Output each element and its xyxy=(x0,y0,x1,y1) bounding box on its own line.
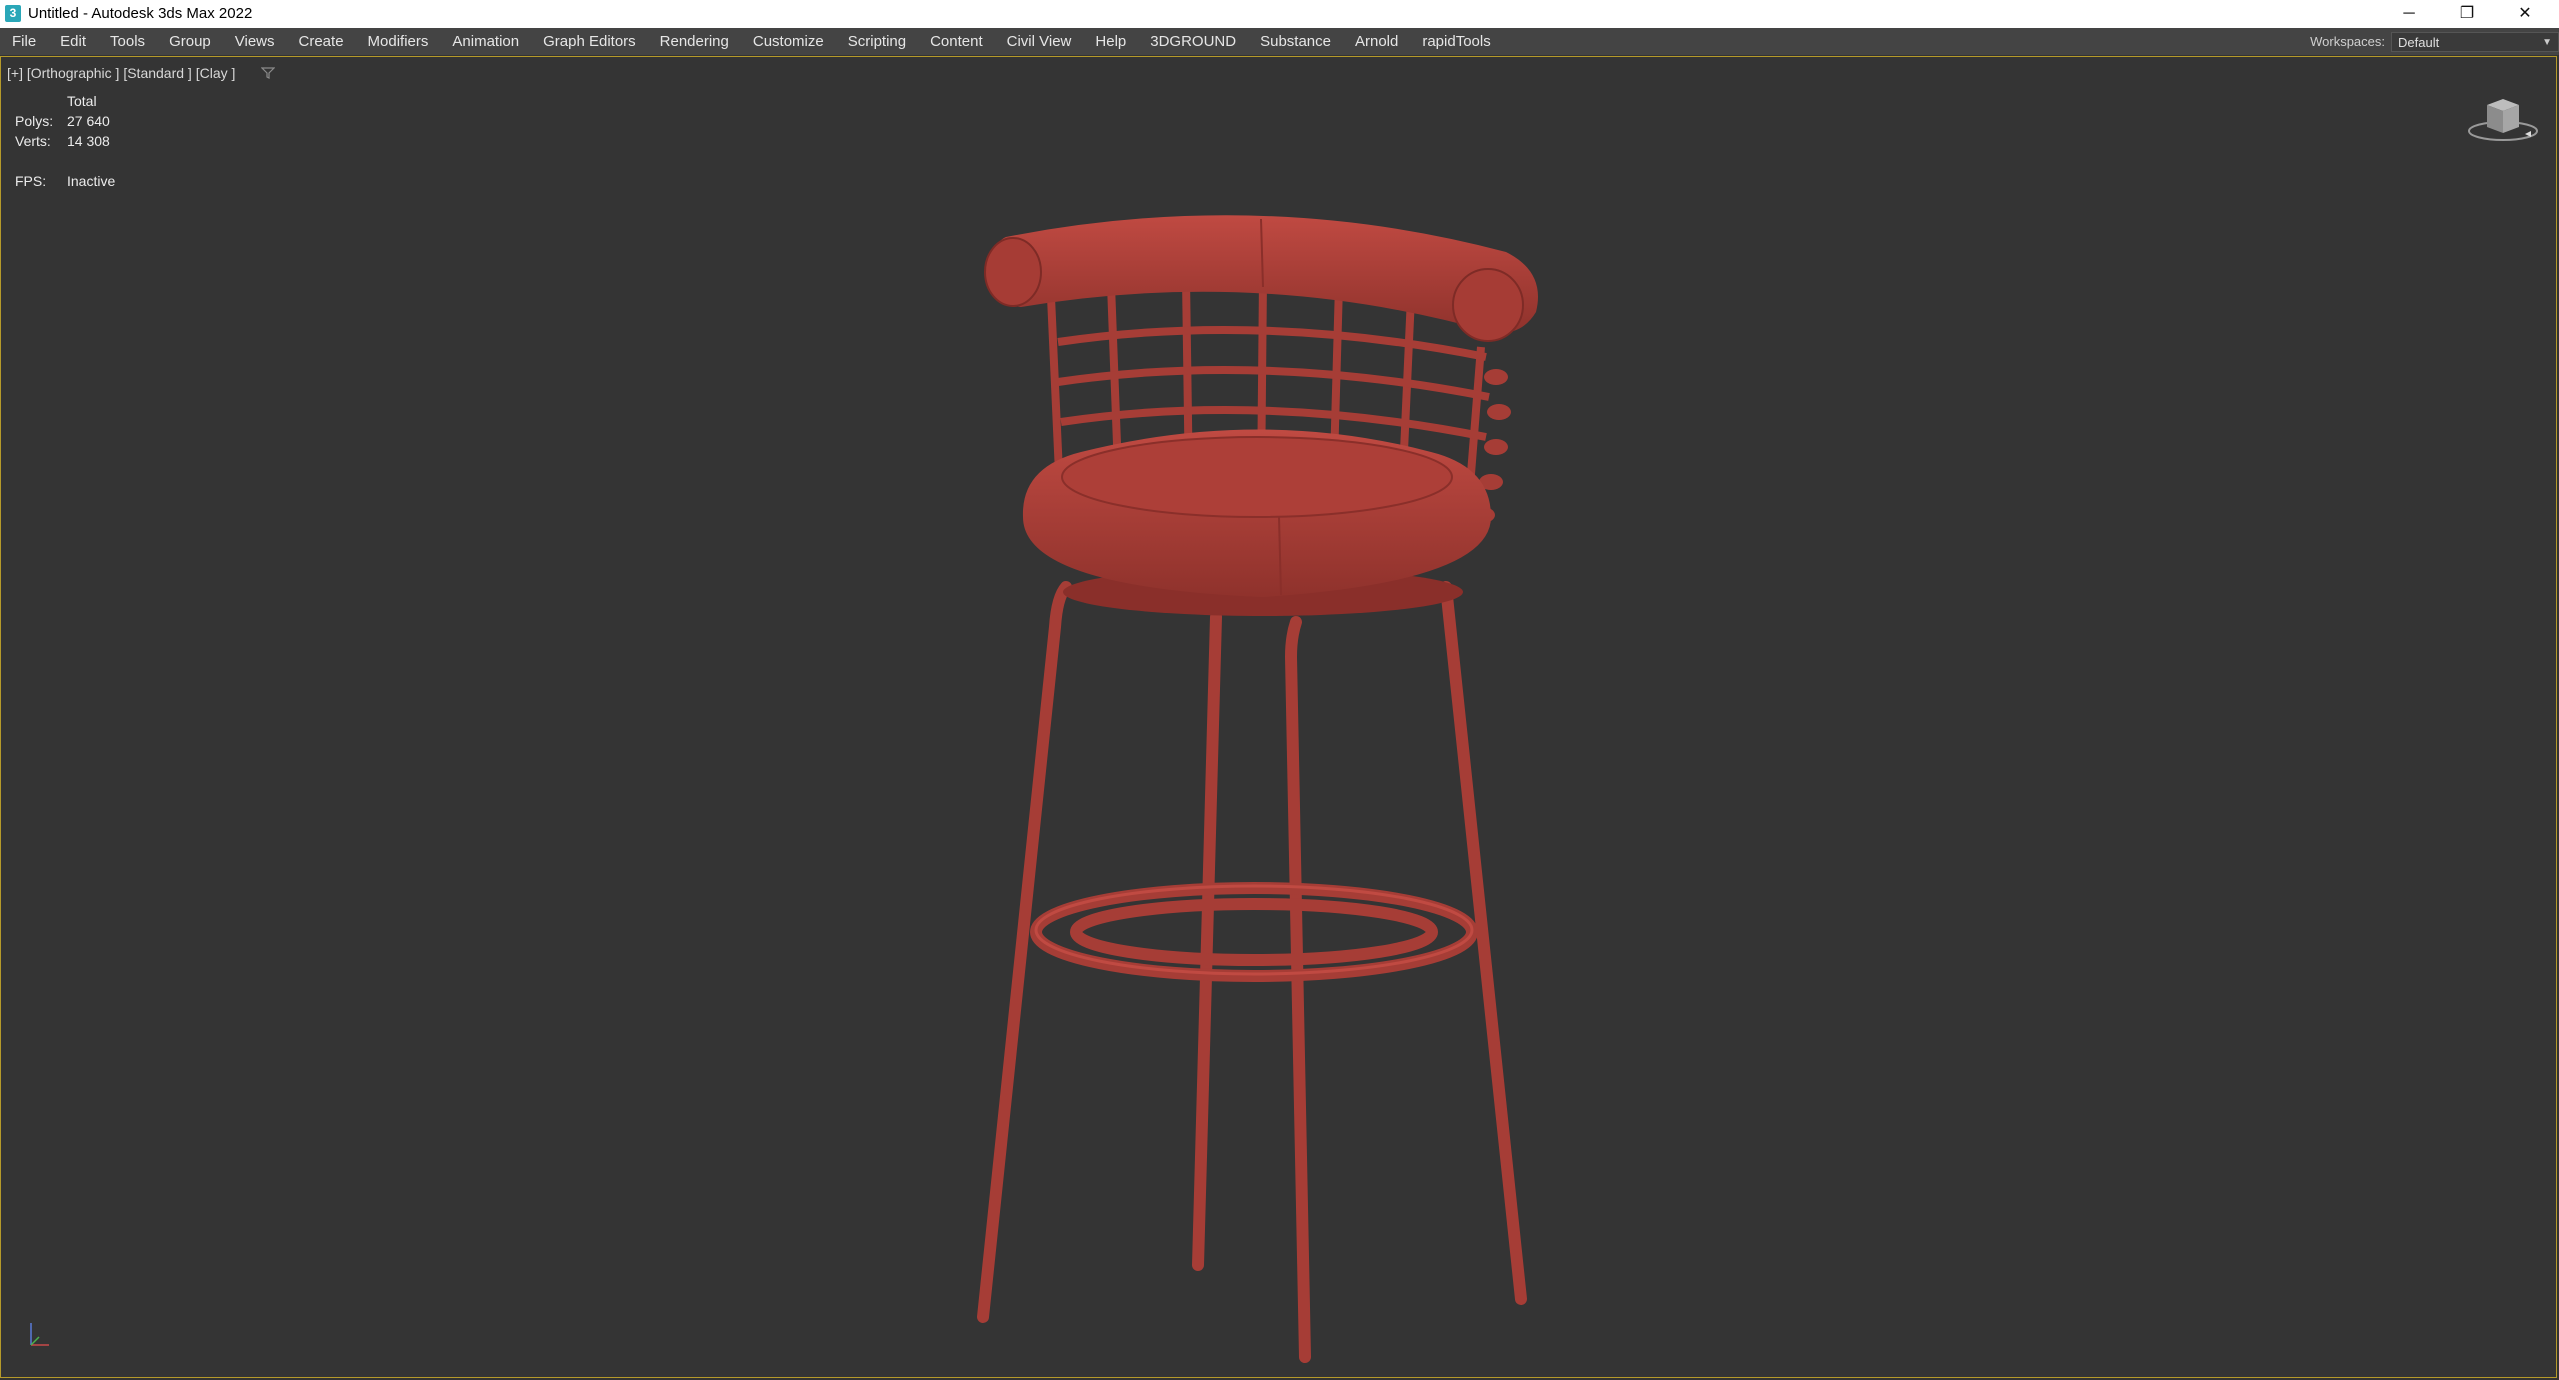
axis-tripod-icon xyxy=(30,1323,49,1346)
menu-rendering[interactable]: Rendering xyxy=(648,28,741,55)
viewcube-icon[interactable] xyxy=(2465,91,2541,143)
menu-group[interactable]: Group xyxy=(157,28,223,55)
menu-help[interactable]: Help xyxy=(1083,28,1138,55)
close-button[interactable]: ✕ xyxy=(2496,0,2554,28)
menu-animation[interactable]: Animation xyxy=(440,28,531,55)
menu-create[interactable]: Create xyxy=(287,28,356,55)
menu-items: File Edit Tools Group Views Create Modif… xyxy=(0,28,1503,55)
workspace-dropdown[interactable]: Default ▼ xyxy=(2391,31,2559,52)
title-bar: 3 Untitled - Autodesk 3ds Max 2022 ─ ❐ ✕ xyxy=(0,0,2559,28)
stats-header: Total xyxy=(67,93,97,109)
menu-scripting[interactable]: Scripting xyxy=(836,28,918,55)
verts-label: Verts: xyxy=(15,133,51,149)
menu-modifiers[interactable]: Modifiers xyxy=(356,28,441,55)
bar-stool-model[interactable] xyxy=(961,197,1561,1377)
restore-button[interactable]: ❐ xyxy=(2438,0,2496,28)
workspace-value: Default xyxy=(2398,34,2440,50)
fps-value: Inactive xyxy=(67,173,116,189)
verts-value: 14 308 xyxy=(67,133,110,149)
menu-rapidtools[interactable]: rapidTools xyxy=(1410,28,1502,55)
chevron-down-icon: ▼ xyxy=(2542,36,2552,48)
workspaces-label: Workspaces: xyxy=(2310,34,2385,49)
fps-label: FPS: xyxy=(15,173,47,189)
polys-value: 27 640 xyxy=(67,113,110,129)
menu-graph-editors[interactable]: Graph Editors xyxy=(531,28,648,55)
minimize-button[interactable]: ─ xyxy=(2380,0,2438,28)
filter-icon[interactable] xyxy=(261,66,275,80)
polys-label: Polys: xyxy=(15,113,54,129)
menu-bar: File Edit Tools Group Views Create Modif… xyxy=(0,28,2559,55)
workspaces: Workspaces: Default ▼ xyxy=(2310,28,2559,55)
menu-3dground[interactable]: 3DGROUND xyxy=(1138,28,1248,55)
orthographic-viewport[interactable]: [+] [Orthographic ] [Standard ] [Clay ] … xyxy=(0,56,2557,1378)
menu-tools[interactable]: Tools xyxy=(98,28,157,55)
app-icon: 3 xyxy=(5,5,21,22)
window-title: Untitled - Autodesk 3ds Max 2022 xyxy=(28,5,253,22)
menu-content[interactable]: Content xyxy=(918,28,995,55)
menu-views[interactable]: Views xyxy=(223,28,287,55)
menu-edit[interactable]: Edit xyxy=(48,28,98,55)
menu-file[interactable]: File xyxy=(0,28,48,55)
menu-arnold[interactable]: Arnold xyxy=(1343,28,1410,55)
menu-civil-view[interactable]: Civil View xyxy=(995,28,1084,55)
menu-substance[interactable]: Substance xyxy=(1248,28,1343,55)
menu-customize[interactable]: Customize xyxy=(741,28,836,55)
viewport-statistics: Total Polys: 27 640 Verts: 14 308 FPS: Inac… xyxy=(15,91,115,191)
viewport-label[interactable]: [+] [Orthographic ] [Standard ] [Clay ] xyxy=(7,65,235,81)
